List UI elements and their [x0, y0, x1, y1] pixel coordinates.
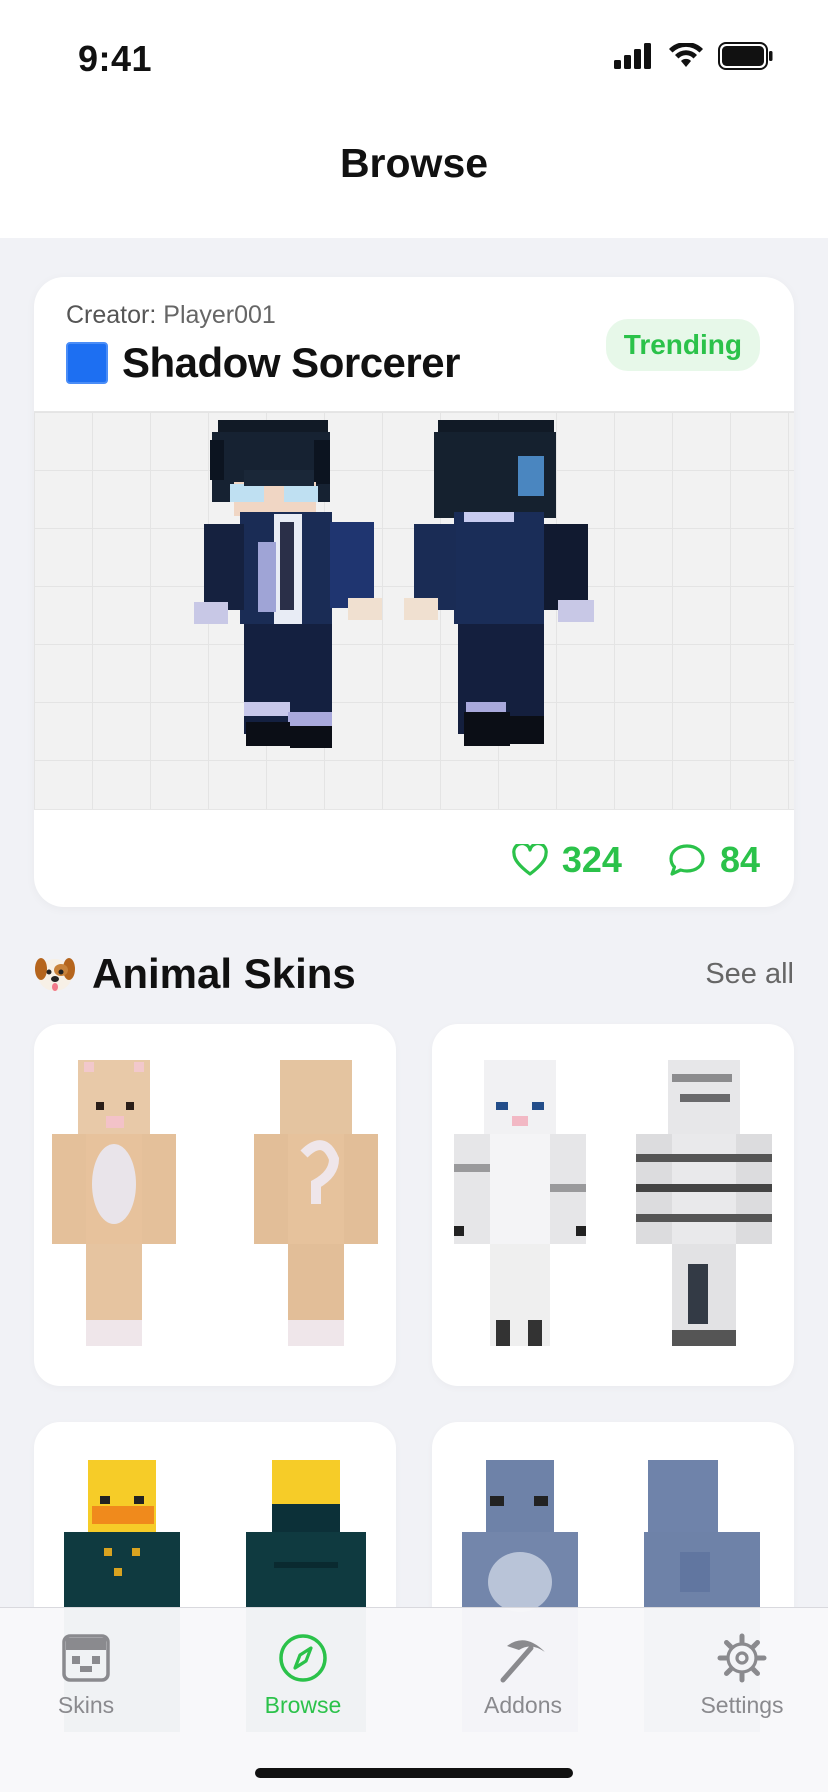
tab-addons-label: Addons [483, 1692, 562, 1718]
tab-settings[interactable]: Settings [662, 1630, 822, 1719]
top-bar: 9:41 Browse [0, 0, 828, 238]
battery-icon [718, 42, 773, 70]
wifi-icon [669, 43, 703, 67]
skin-card-white-tiger[interactable] [432, 1024, 794, 1386]
comment-button[interactable]: 84 [668, 839, 760, 881]
featured-skin-name: Shadow Sorcerer [122, 339, 460, 386]
gear-icon [717, 1633, 767, 1683]
creator-label: Creator: [66, 301, 157, 329]
skin-back-view [404, 420, 594, 746]
trending-badge: Trending [605, 319, 760, 371]
status-icons [614, 42, 774, 70]
creator-line: Creator: Player001 [66, 301, 276, 330]
status-time: 9:41 [78, 38, 153, 79]
blue-square-icon [66, 342, 108, 384]
skin-head-icon [62, 1634, 110, 1682]
like-button[interactable]: 324 [512, 839, 622, 881]
dog-face-icon [35, 958, 75, 991]
animal-skins-header: Animal Skins See all [34, 950, 794, 1000]
white-tiger-skin-preview [454, 1060, 772, 1346]
skin-preview[interactable] [34, 411, 794, 810]
tab-skins[interactable]: Skins [6, 1630, 166, 1719]
featured-stats: 324 84 [512, 839, 760, 881]
pickaxe-icon [500, 1640, 545, 1683]
comment-bubble-icon [669, 844, 705, 876]
section-title: Animal Skins [92, 950, 356, 997]
home-indicator [255, 1768, 573, 1778]
tab-skins-label: Skins [57, 1692, 115, 1718]
featured-skin-card[interactable]: Creator: Player001 Shadow Sorcerer Trend… [34, 277, 794, 907]
skin-card-cat[interactable] [34, 1024, 396, 1386]
see-all-link[interactable]: See all [705, 958, 794, 991]
cat-skin-preview [52, 1060, 378, 1346]
creator-name[interactable]: Player001 [163, 301, 276, 329]
cellular-signal-icon [614, 43, 651, 69]
featured-title: Shadow Sorcerer [66, 339, 460, 387]
tab-settings-label: Settings [700, 1692, 784, 1718]
heart-icon [512, 844, 548, 876]
like-count: 324 [561, 839, 622, 880]
tab-browse-label: Browse [264, 1692, 342, 1718]
tab-bar: Skins Browse Addons Settings [0, 1607, 828, 1792]
tab-browse[interactable]: Browse [223, 1630, 383, 1719]
skin-front-view [194, 420, 594, 748]
comment-count: 84 [719, 839, 760, 880]
tab-addons[interactable]: Addons [443, 1630, 603, 1719]
compass-icon [279, 1634, 327, 1682]
page-title: Browse [339, 140, 489, 186]
